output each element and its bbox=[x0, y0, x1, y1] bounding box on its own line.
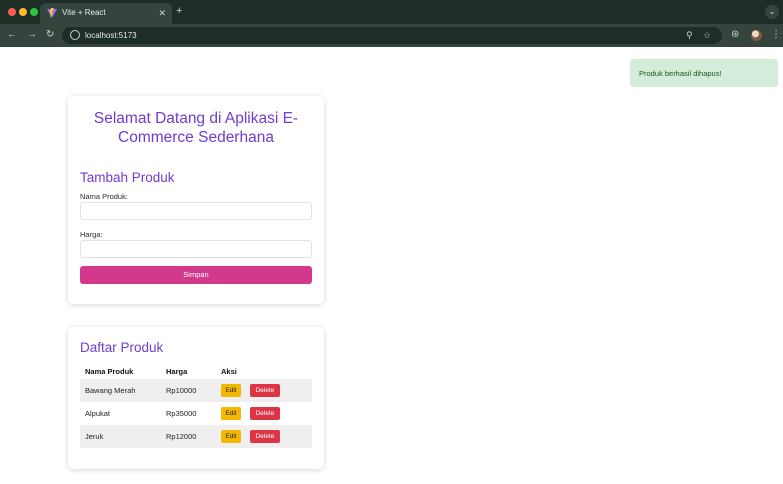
product-table: Nama Produk Harga Aksi Bawang Merah Rp10… bbox=[80, 363, 312, 448]
product-list-heading: Daftar Produk bbox=[80, 340, 164, 355]
product-name-input[interactable] bbox=[80, 202, 312, 220]
edit-button[interactable]: Edit bbox=[221, 384, 241, 397]
product-price-cell: Rp10000 bbox=[166, 386, 197, 395]
site-info-icon[interactable] bbox=[70, 30, 80, 40]
browser-toolbar: ← → ↻ localhost:5173 ⚲ ☆ ⊛ ⋮ bbox=[0, 24, 783, 47]
table-row: Jeruk Rp12000 Edit Delete bbox=[80, 425, 312, 448]
tab-title: Vite + React bbox=[62, 8, 106, 17]
edit-button[interactable]: Edit bbox=[221, 430, 241, 443]
delete-button[interactable]: Delete bbox=[250, 384, 280, 397]
minimize-window-button[interactable] bbox=[19, 8, 27, 16]
price-label: Harga: bbox=[80, 230, 103, 239]
back-icon[interactable]: ← bbox=[7, 28, 17, 42]
address-bar[interactable]: localhost:5173 ⚲ ☆ bbox=[62, 27, 722, 44]
table-row: Alpukat Rp35000 Edit Delete bbox=[80, 402, 312, 425]
url-text: localhost:5173 bbox=[85, 31, 137, 40]
save-button[interactable]: Simpan bbox=[80, 266, 312, 284]
extensions-icon[interactable]: ⊛ bbox=[731, 28, 739, 42]
bookmark-star-icon[interactable]: ☆ bbox=[703, 29, 711, 41]
close-tab-icon[interactable]: ✕ bbox=[158, 7, 166, 19]
product-name-cell: Jeruk bbox=[85, 432, 104, 441]
product-name-cell: Bawang Merah bbox=[85, 386, 136, 395]
reload-icon[interactable]: ↻ bbox=[46, 28, 54, 42]
add-product-card: Selamat Datang di Aplikasi E-Commerce Se… bbox=[68, 96, 324, 304]
column-header-name: Nama Produk bbox=[85, 367, 134, 376]
vite-logo-icon bbox=[47, 8, 57, 18]
profile-avatar[interactable] bbox=[751, 30, 762, 41]
product-name-cell: Alpukat bbox=[85, 409, 111, 418]
edit-button[interactable]: Edit bbox=[221, 407, 241, 420]
forward-icon[interactable]: → bbox=[27, 28, 37, 42]
toast-message: Produk berhasil dihapus! bbox=[639, 69, 722, 78]
add-product-heading: Tambah Produk bbox=[80, 170, 175, 185]
tab-search-icon[interactable]: ⌄ bbox=[765, 5, 779, 19]
column-header-actions: Aksi bbox=[221, 367, 237, 376]
browser-menu-icon[interactable]: ⋮ bbox=[771, 28, 781, 42]
delete-button[interactable]: Delete bbox=[250, 407, 280, 420]
delete-button[interactable]: Delete bbox=[250, 430, 280, 443]
table-header: Nama Produk Harga Aksi bbox=[80, 363, 312, 379]
close-window-button[interactable] bbox=[8, 8, 16, 16]
browser-tab-bar: Vite + React ✕ + ⌄ bbox=[0, 0, 783, 24]
table-row: Bawang Merah Rp10000 Edit Delete bbox=[80, 379, 312, 402]
zoom-icon[interactable]: ⚲ bbox=[686, 29, 693, 41]
maximize-window-button[interactable] bbox=[30, 8, 38, 16]
product-price-cell: Rp12000 bbox=[166, 432, 197, 441]
toast-notification: Produk berhasil dihapus! bbox=[630, 59, 778, 87]
new-tab-icon[interactable]: + bbox=[176, 5, 182, 17]
product-price-cell: Rp35000 bbox=[166, 409, 197, 418]
browser-tab[interactable]: Vite + React ✕ bbox=[40, 3, 172, 24]
price-input[interactable] bbox=[80, 240, 312, 258]
column-header-price: Harga bbox=[166, 367, 188, 376]
product-name-label: Nama Produk: bbox=[80, 192, 128, 201]
product-list-card: Daftar Produk Nama Produk Harga Aksi Baw… bbox=[68, 327, 324, 469]
page-title: Selamat Datang di Aplikasi E-Commerce Se… bbox=[93, 110, 299, 146]
